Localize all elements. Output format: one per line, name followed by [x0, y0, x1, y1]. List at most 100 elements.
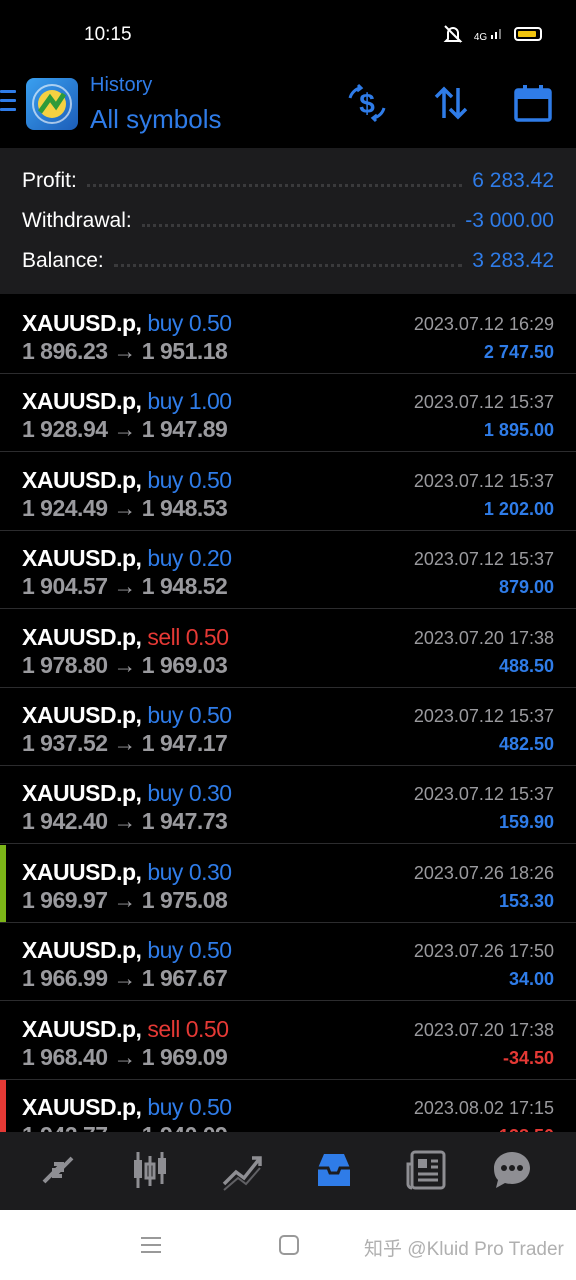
nav-quotes[interactable]: [34, 1148, 82, 1192]
trade-volume: 0.50: [188, 702, 232, 728]
battery-icon: [514, 27, 542, 41]
trade-profit: 1 895.00: [483, 420, 554, 440]
trade-row[interactable]: XAUUSD.p, buy 1.00 1 928.94 → 1 947.89 202…: [0, 374, 576, 452]
symbol-name: XAUUSD.p,: [22, 388, 142, 414]
trade-prices: 1 966.99 → 1 967.67: [22, 965, 228, 991]
trade-volume: 0.50: [188, 1094, 232, 1120]
nav-news[interactable]: [402, 1148, 450, 1192]
trade-prices: 1 942.40 → 1 947.73: [22, 808, 228, 834]
trade-row[interactable]: XAUUSD.p, buy 0.50 1 896.23 → 1 951.18 202…: [0, 296, 576, 374]
trade-profit: 488.50: [498, 656, 554, 676]
trade-symbol: XAUUSD.p, buy 1.00: [22, 388, 232, 415]
home-button[interactable]: [278, 1234, 302, 1256]
trade-datetime: 2023.07.12 15:37: [413, 392, 554, 412]
nav-trade[interactable]: [218, 1148, 266, 1192]
nav-charts[interactable]: [126, 1148, 174, 1192]
trade-row[interactable]: XAUUSD.p, sell 0.50 1 968.40 → 1 969.09 20…: [0, 1002, 576, 1080]
trade-row[interactable]: XAUUSD.p, buy 0.30 1 942.40 → 1 947.73 202…: [0, 766, 576, 844]
profit-value: 6 283.42: [472, 169, 554, 192]
dotted-leader: [141, 223, 456, 227]
trade-volume: 1.00: [188, 388, 232, 414]
trade-side: buy: [147, 388, 183, 414]
trade-symbol: XAUUSD.p, sell 0.50: [22, 624, 229, 651]
trade-volume: 0.50: [185, 1016, 229, 1042]
nav-chat[interactable]: [488, 1148, 536, 1192]
balance-row: Balance: 3 283.42: [22, 244, 554, 278]
trade-volume: 0.30: [188, 780, 232, 806]
trade-side: buy: [147, 859, 183, 885]
trade-symbol: XAUUSD.p, buy 0.50: [22, 937, 232, 964]
currency-exchange-button[interactable]: $: [346, 82, 388, 124]
chat-icon: [494, 1152, 530, 1188]
trade-prices: 1 924.49 → 1 948.53: [22, 495, 228, 521]
symbol-name: XAUUSD.p,: [22, 545, 142, 571]
signal-text: 4G: [473, 31, 488, 43]
dotted-leader: [86, 183, 463, 187]
symbol-name: XAUUSD.p,: [22, 1016, 142, 1042]
trade-prices: 1 978.80 → 1 969.03: [22, 652, 228, 678]
chart-candles-icon: [134, 1152, 166, 1188]
trade-profit: -34.50: [502, 1048, 554, 1068]
symbol-name: XAUUSD.p,: [22, 937, 142, 963]
trade-icon: [222, 1156, 262, 1191]
trade-side: buy: [147, 545, 183, 571]
trade-volume: 0.50: [188, 310, 232, 336]
trade-datetime: 2023.07.20 17:38: [413, 1020, 554, 1040]
nav-history[interactable]: [310, 1148, 358, 1192]
trade-side: buy: [147, 937, 183, 963]
withdrawal-row: Withdrawal: -3 000.00: [22, 204, 554, 238]
watermark: 知乎 @Kluid Pro Trader: [364, 1239, 564, 1260]
withdrawal-label: Withdrawal:: [22, 209, 132, 232]
recents-button[interactable]: [140, 1234, 164, 1256]
trade-volume: 0.50: [185, 624, 229, 650]
calendar-button[interactable]: [512, 82, 554, 124]
symbol-name: XAUUSD.p,: [22, 310, 142, 336]
mute-icon: [442, 24, 464, 44]
trade-row[interactable]: XAUUSD.p, buy 0.50 1 924.49 → 1 948.53 202…: [0, 453, 576, 531]
trade-prices: 1 969.97 → 1 975.08: [22, 887, 228, 913]
trade-volume: 0.30: [188, 859, 232, 885]
trade-list[interactable]: XAUUSD.p, buy 0.50 1 896.23 → 1 951.18 202…: [0, 296, 576, 1132]
app-logo: [26, 78, 78, 130]
trade-side: buy: [147, 467, 183, 493]
trade-symbol: XAUUSD.p, buy 0.50: [22, 702, 232, 729]
status-time: 10:15: [84, 24, 132, 45]
trade-datetime: 2023.07.12 15:37: [413, 706, 554, 726]
symbol-name: XAUUSD.p,: [22, 1094, 142, 1120]
symbol-name: XAUUSD.p,: [22, 702, 142, 728]
trade-side: buy: [147, 1094, 183, 1120]
trade-row[interactable]: XAUUSD.p, buy 0.50 1 937.52 → 1 947.17 202…: [0, 688, 576, 766]
trade-profit: 879.00: [498, 577, 554, 597]
trade-profit: 1 202.00: [483, 499, 554, 519]
news-icon: [406, 1150, 446, 1190]
svg-text:$: $: [359, 88, 375, 119]
summary-panel: Profit: 6 283.42 Withdrawal: -3 000.00 B…: [0, 148, 576, 294]
symbol-name: XAUUSD.p,: [22, 859, 142, 885]
trade-volume: 0.50: [188, 937, 232, 963]
trade-side: sell: [147, 624, 180, 650]
trade-row[interactable]: XAUUSD.p, buy 0.20 1 904.57 → 1 948.52 202…: [0, 531, 576, 609]
trade-side: buy: [147, 702, 183, 728]
trade-side: buy: [147, 780, 183, 806]
trade-datetime: 2023.07.12 15:37: [413, 549, 554, 569]
trade-symbol: XAUUSD.p, buy 0.30: [22, 859, 232, 886]
trade-row[interactable]: XAUUSD.p, buy 0.30 1 969.97 → 1 975.08 202…: [0, 845, 576, 923]
trade-row[interactable]: XAUUSD.p, sell 0.50 1 978.80 → 1 969.03 20…: [0, 610, 576, 688]
trade-datetime: 2023.07.20 17:38: [413, 628, 554, 648]
sort-icon: [434, 86, 468, 120]
balance-value: 3 283.42: [472, 249, 554, 272]
sort-button[interactable]: [430, 82, 472, 124]
page-title[interactable]: All symbols: [90, 104, 221, 135]
symbol-name: XAUUSD.p,: [22, 780, 142, 806]
status-icons: 4G: [442, 24, 542, 44]
trade-datetime: 2023.08.02 17:15: [413, 1098, 554, 1118]
menu-icon[interactable]: [0, 90, 16, 114]
trade-datetime: 2023.07.26 17:50: [413, 941, 554, 961]
trade-row[interactable]: XAUUSD.p, buy 0.50 1 942.77 → 1 940.09 202…: [0, 1080, 576, 1132]
trade-datetime: 2023.07.12 15:37: [413, 471, 554, 491]
withdrawal-value: -3 000.00: [465, 209, 554, 232]
quotes-icon: [42, 1156, 74, 1184]
trade-row[interactable]: XAUUSD.p, buy 0.50 1 966.99 → 1 967.67 202…: [0, 923, 576, 1001]
currency-exchange-icon: $: [348, 83, 386, 123]
trade-prices: 1 942.77 → 1 940.09: [22, 1122, 228, 1132]
